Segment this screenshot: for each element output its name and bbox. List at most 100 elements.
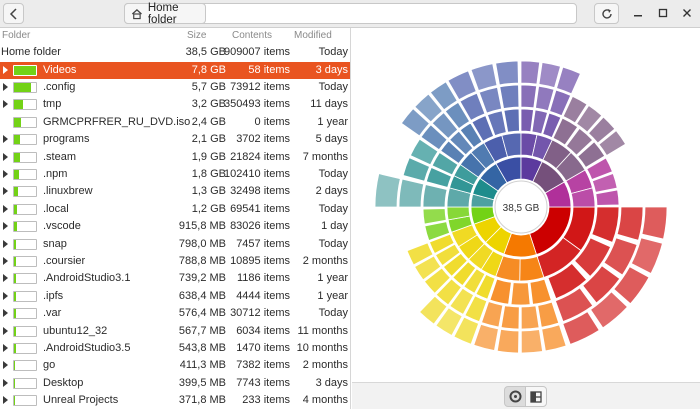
folder-row[interactable]: .coursier 788,8 MB 10895 items 2 months xyxy=(0,253,350,270)
expander-icon[interactable] xyxy=(3,291,8,300)
ring-segment[interactable] xyxy=(503,108,520,133)
chevron-left-icon xyxy=(9,7,17,20)
expander-icon[interactable] xyxy=(3,135,8,144)
ring-chart-button[interactable] xyxy=(504,386,526,407)
ring-segment[interactable] xyxy=(520,305,540,330)
folder-row[interactable]: GRMCPRFRER_RU_DVD.iso 2,4 GB 0 items 1 year xyxy=(0,114,350,131)
column-contents[interactable]: Contents xyxy=(232,30,272,41)
row-modified: 4 months xyxy=(302,394,348,407)
ring-segment[interactable] xyxy=(422,184,448,208)
ring-segment[interactable] xyxy=(496,328,520,354)
ring-segment[interactable] xyxy=(541,324,567,352)
refresh-button[interactable] xyxy=(594,3,619,24)
expander-icon[interactable] xyxy=(3,204,8,213)
folder-row[interactable]: snap 798,0 MB 7457 items Today xyxy=(0,236,350,253)
ring-segment[interactable] xyxy=(500,305,520,330)
expander-icon[interactable] xyxy=(3,361,8,370)
folder-row[interactable]: .ipfs 638,4 MB 4444 items 1 year xyxy=(0,288,350,305)
folder-row[interactable]: .npm 1,8 GB 102410 items Today xyxy=(0,166,350,183)
ring-segment[interactable] xyxy=(495,60,519,86)
expander-icon[interactable] xyxy=(3,100,8,109)
folder-row[interactable]: .steam 1,9 GB 21824 items 7 months xyxy=(0,149,350,166)
row-name: .coursier xyxy=(43,254,86,267)
expander-icon[interactable] xyxy=(3,343,8,352)
path-bar[interactable]: Home folder xyxy=(124,2,577,26)
usage-bar-fill xyxy=(14,274,16,284)
row-name: Desktop xyxy=(43,376,84,389)
ring-segment[interactable] xyxy=(591,206,620,243)
folder-row[interactable]: .var 576,4 MB 30712 items Today xyxy=(0,305,350,322)
expander-icon[interactable] xyxy=(3,274,8,283)
view-toolbar xyxy=(352,382,700,409)
root-row[interactable]: Home folder 38,5 GB 909007 items Today xyxy=(0,44,350,61)
ring-segment[interactable] xyxy=(537,301,560,328)
expander-icon[interactable] xyxy=(3,256,8,265)
ring-segment[interactable] xyxy=(538,62,561,89)
ring-segment[interactable] xyxy=(520,108,534,133)
ring-segment[interactable] xyxy=(422,208,447,225)
folder-row[interactable]: programs 2,1 GB 3702 items 5 days xyxy=(0,131,350,148)
folder-row[interactable]: .config 5,7 GB 73912 items Today xyxy=(0,79,350,96)
expander-icon[interactable] xyxy=(3,396,8,405)
ring-segment[interactable] xyxy=(398,178,425,208)
usage-bar xyxy=(13,290,37,302)
back-button[interactable] xyxy=(3,3,24,24)
expander-icon[interactable] xyxy=(3,169,8,178)
expander-icon[interactable] xyxy=(3,222,8,231)
ring-segment[interactable] xyxy=(499,84,520,109)
expander-icon[interactable] xyxy=(3,378,8,387)
folder-row[interactable]: .AndroidStudio3.5 543,8 MB 1470 items 10 mo… xyxy=(0,340,350,357)
usage-bar-fill xyxy=(14,361,15,371)
column-modified[interactable]: Modified xyxy=(294,30,332,41)
usage-bar xyxy=(13,116,37,128)
maximize-button[interactable] xyxy=(654,4,672,22)
home-path-button[interactable]: Home folder xyxy=(124,2,206,26)
expander-icon[interactable] xyxy=(3,152,8,161)
treemap-button[interactable] xyxy=(525,386,547,407)
ring-segment[interactable] xyxy=(470,63,498,91)
expander-icon[interactable] xyxy=(3,239,8,248)
row-modified: 10 months xyxy=(296,341,348,354)
folder-row[interactable]: .linuxbrew 1,3 GB 32498 items 2 days xyxy=(0,183,350,200)
usage-bar xyxy=(13,377,37,389)
folder-row[interactable]: Desktop 399,5 MB 7743 items 3 days xyxy=(0,375,350,392)
ring-segment[interactable] xyxy=(641,206,668,240)
expander-icon[interactable] xyxy=(3,309,8,318)
folder-row[interactable]: .AndroidStudio3.1 739,2 MB 1186 items 1 yea… xyxy=(0,270,350,287)
expander-icon[interactable] xyxy=(3,82,8,91)
column-folder[interactable]: Folder xyxy=(2,30,30,41)
expander-icon[interactable] xyxy=(3,65,8,74)
ring-segment[interactable] xyxy=(595,189,620,206)
column-size[interactable]: Size xyxy=(187,30,206,41)
usage-bar-fill xyxy=(14,396,15,406)
ring-segment[interactable] xyxy=(520,329,544,354)
usage-bar-fill xyxy=(14,204,17,214)
row-modified: Today xyxy=(318,202,348,215)
ring-segment[interactable] xyxy=(520,60,541,85)
usage-bar-fill xyxy=(14,117,21,127)
expander-icon[interactable] xyxy=(3,187,8,196)
folder-row[interactable]: ubuntu12_32 567,7 MB 6034 items 11 months xyxy=(0,323,350,340)
minimize-button[interactable] xyxy=(629,4,647,22)
ring-segment[interactable] xyxy=(473,323,499,352)
row-contents: 7382 items xyxy=(236,359,290,372)
row-size: 543,8 MB xyxy=(178,341,226,354)
ring-chart[interactable]: 38,5 GB xyxy=(352,28,700,382)
ring-segment[interactable] xyxy=(529,278,552,305)
ring-segment[interactable] xyxy=(510,282,531,306)
folder-row[interactable]: tmp 3,2 GB 350493 items 11 days xyxy=(0,96,350,113)
folder-row[interactable]: Videos 7,8 GB 58 items 3 days xyxy=(0,61,350,79)
ring-segment[interactable] xyxy=(616,206,644,241)
ring-segment[interactable] xyxy=(556,66,581,95)
usage-bar-fill xyxy=(14,187,18,197)
row-modified: 11 days xyxy=(310,98,348,111)
close-button[interactable] xyxy=(678,4,696,22)
folder-row[interactable]: .vscode 915,8 MB 83026 items 1 day xyxy=(0,218,350,235)
folder-row[interactable]: go 411,3 MB 7382 items 2 months xyxy=(0,357,350,374)
ring-segment[interactable] xyxy=(374,173,401,208)
expander-icon[interactable] xyxy=(3,326,8,335)
folder-row[interactable]: .local 1,2 GB 69541 items Today xyxy=(0,201,350,218)
ring-segment[interactable] xyxy=(630,237,663,274)
ring-segment[interactable] xyxy=(520,84,538,109)
folder-row[interactable]: Unreal Projects 371,8 MB 233 items 4 months xyxy=(0,392,350,409)
